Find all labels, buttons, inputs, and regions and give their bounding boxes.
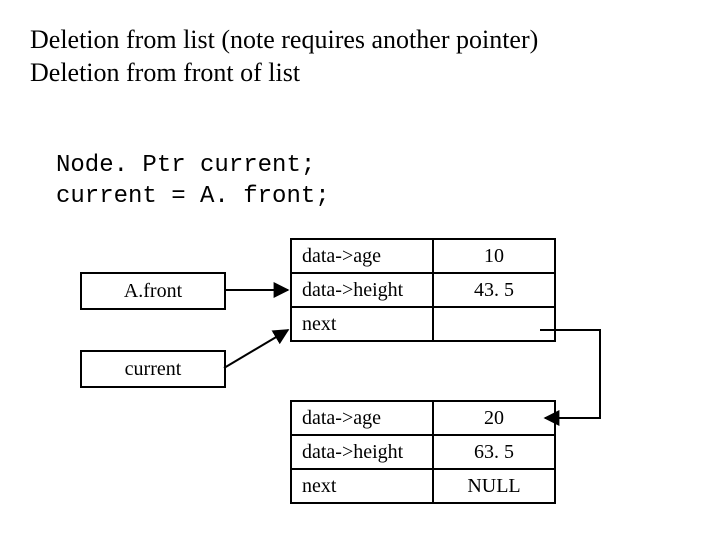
node1-age-label: data->age <box>291 239 433 273</box>
node1-next-value <box>433 307 555 341</box>
node2-height-label: data->height <box>291 435 433 469</box>
code-line-2: current = A. front; <box>56 183 330 210</box>
table-row: next NULL <box>291 469 555 503</box>
pointer-label-afront: A.front <box>124 280 182 303</box>
code-block: Node. Ptr current; current = A. front; <box>56 150 330 212</box>
node2-next-label: next <box>291 469 433 503</box>
pointer-box-current: current <box>80 350 226 388</box>
node1-height-value: 43. 5 <box>433 273 555 307</box>
table-row: data->height 43. 5 <box>291 273 555 307</box>
table-row: data->age 20 <box>291 401 555 435</box>
table-row: next <box>291 307 555 341</box>
node1-next-label: next <box>291 307 433 341</box>
slide-title: Deletion from list (note requires anothe… <box>30 24 538 89</box>
node2-height-value: 63. 5 <box>433 435 555 469</box>
table-row: data->age 10 <box>291 239 555 273</box>
node2-age-label: data->age <box>291 401 433 435</box>
node1-height-label: data->height <box>291 273 433 307</box>
pointer-box-afront: A.front <box>80 272 226 310</box>
title-line-1: Deletion from list (note requires anothe… <box>30 25 538 54</box>
node-1-table: data->age 10 data->height 43. 5 next <box>290 238 556 342</box>
node1-age-value: 10 <box>433 239 555 273</box>
node-2-table: data->age 20 data->height 63. 5 next NUL… <box>290 400 556 504</box>
arrow-current-to-node1 <box>224 330 288 368</box>
slide: { "title_line1": "Deletion from list (no… <box>0 0 720 540</box>
node2-age-value: 20 <box>433 401 555 435</box>
table-row: data->height 63. 5 <box>291 435 555 469</box>
pointer-label-current: current <box>125 358 182 381</box>
code-line-1: Node. Ptr current; <box>56 152 315 179</box>
node2-next-value: NULL <box>433 469 555 503</box>
title-line-2: Deletion from front of list <box>30 58 300 87</box>
